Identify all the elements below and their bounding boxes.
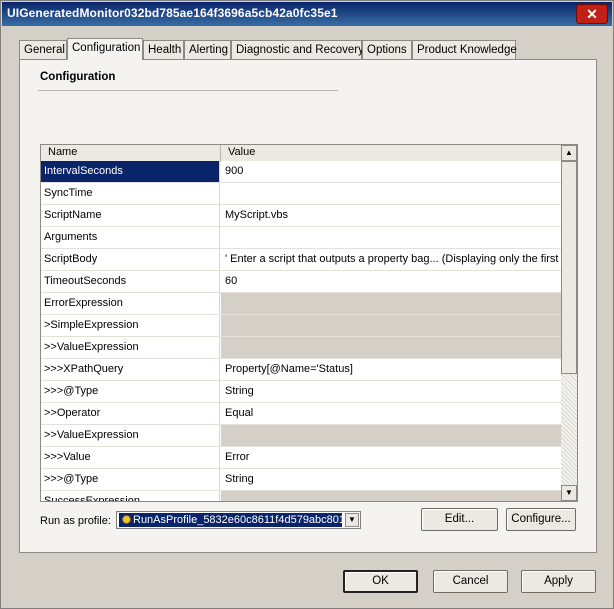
- grid-row[interactable]: ScriptName MyScript.vbs: [41, 205, 561, 227]
- grid-row[interactable]: TimeoutSeconds 60: [41, 271, 561, 293]
- row-value: [221, 293, 561, 314]
- column-header-value[interactable]: Value: [228, 146, 255, 158]
- run-as-profile-label: Run as profile:: [40, 515, 111, 527]
- apply-button[interactable]: Apply: [521, 570, 596, 593]
- row-value[interactable]: MyScript.vbs: [221, 205, 561, 226]
- scroll-track[interactable]: [561, 374, 577, 485]
- vertical-scrollbar[interactable]: ▲ ▼: [561, 145, 577, 501]
- tab-health[interactable]: Health: [143, 40, 184, 59]
- tab-alerting[interactable]: Alerting: [184, 40, 231, 59]
- grid-row[interactable]: SuccessExpression: [41, 491, 561, 501]
- column-divider[interactable]: [220, 145, 221, 161]
- property-grid[interactable]: Name Value IntervalSeconds 900 SyncTime S…: [40, 144, 578, 502]
- row-name: >SimpleExpression: [41, 315, 220, 336]
- row-value: [221, 315, 561, 336]
- row-name: SuccessExpression: [41, 491, 220, 501]
- tab-configuration[interactable]: Configuration: [67, 38, 143, 60]
- grid-header: Name Value: [41, 145, 561, 162]
- grid-row[interactable]: >>ValueExpression: [41, 337, 561, 359]
- row-value[interactable]: ' Enter a script that outputs a property…: [221, 249, 561, 270]
- row-value[interactable]: 900: [221, 161, 561, 182]
- row-name: ErrorExpression: [41, 293, 220, 314]
- title-bar: UIGeneratedMonitor032bd785ae164f3696a5cb…: [2, 2, 612, 26]
- grid-row[interactable]: >>>XPathQuery Property[@Name='Status]: [41, 359, 561, 381]
- row-name: ScriptName: [41, 205, 220, 226]
- grid-row[interactable]: >>>Value Error: [41, 447, 561, 469]
- row-value[interactable]: Equal: [221, 403, 561, 424]
- column-header-name[interactable]: Name: [48, 146, 77, 158]
- row-name: TimeoutSeconds: [41, 271, 220, 292]
- grid-row[interactable]: >>>@Type String: [41, 469, 561, 491]
- tab-product-knowledge[interactable]: Product Knowledge: [412, 40, 517, 59]
- row-value[interactable]: Error: [221, 447, 561, 468]
- grid-row[interactable]: ErrorExpression: [41, 293, 561, 315]
- row-value[interactable]: String: [221, 469, 561, 490]
- row-value: [221, 491, 561, 501]
- section-divider: [38, 90, 338, 91]
- row-value[interactable]: [221, 183, 561, 204]
- window-title: UIGeneratedMonitor032bd785ae164f3696a5cb…: [7, 6, 338, 20]
- row-value: [221, 337, 561, 358]
- grid-row[interactable]: >>ValueExpression: [41, 425, 561, 447]
- row-name: IntervalSeconds: [41, 161, 220, 182]
- row-name: >>>Value: [41, 447, 220, 468]
- configuration-panel: Configuration Name Value IntervalSeconds…: [19, 59, 597, 553]
- scroll-up-icon[interactable]: ▲: [561, 145, 577, 161]
- row-name: >>ValueExpression: [41, 425, 220, 446]
- ok-button[interactable]: OK: [343, 570, 418, 593]
- row-name: >>>@Type: [41, 381, 220, 402]
- row-value[interactable]: [221, 227, 561, 248]
- row-name: SyncTime: [41, 183, 220, 204]
- grid-row[interactable]: IntervalSeconds 900: [41, 161, 561, 183]
- grid-row[interactable]: >>Operator Equal: [41, 403, 561, 425]
- cancel-button[interactable]: Cancel: [433, 570, 508, 593]
- grid-rows: IntervalSeconds 900 SyncTime ScriptName My…: [41, 161, 561, 501]
- row-name: ScriptBody: [41, 249, 220, 270]
- tab-diagnostic-and-recovery[interactable]: Diagnostic and Recovery: [231, 40, 364, 59]
- run-as-profile-text: RunAsProfile_5832e60c8611f4d579abc801f: [133, 514, 342, 526]
- scroll-thumb[interactable]: [561, 161, 577, 374]
- close-button[interactable]: ✕: [576, 4, 608, 24]
- configure-button[interactable]: Configure...: [506, 508, 576, 531]
- edit-button[interactable]: Edit...: [421, 508, 498, 531]
- row-name: Arguments: [41, 227, 220, 248]
- properties-dialog: UIGeneratedMonitor032bd785ae164f3696a5cb…: [0, 0, 614, 609]
- chevron-down-icon[interactable]: ▼: [345, 513, 359, 527]
- grid-row[interactable]: SyncTime: [41, 183, 561, 205]
- row-name: >>>@Type: [41, 469, 220, 490]
- row-value[interactable]: String: [221, 381, 561, 402]
- row-name: >>>XPathQuery: [41, 359, 220, 380]
- profile-icon: [122, 515, 131, 524]
- row-value[interactable]: Property[@Name='Status]: [221, 359, 561, 380]
- row-name: >>Operator: [41, 403, 220, 424]
- run-as-profile-value[interactable]: RunAsProfile_5832e60c8611f4d579abc801f: [119, 513, 342, 527]
- grid-row[interactable]: >SimpleExpression: [41, 315, 561, 337]
- row-name: >>ValueExpression: [41, 337, 220, 358]
- section-title: Configuration: [40, 71, 116, 83]
- tab-general[interactable]: General: [19, 40, 67, 59]
- grid-row[interactable]: >>>@Type String: [41, 381, 561, 403]
- run-as-profile-select[interactable]: RunAsProfile_5832e60c8611f4d579abc801f ▼: [116, 511, 361, 529]
- tab-options[interactable]: Options: [362, 40, 412, 59]
- row-value[interactable]: 60: [221, 271, 561, 292]
- grid-row[interactable]: Arguments: [41, 227, 561, 249]
- scroll-down-icon[interactable]: ▼: [561, 485, 577, 501]
- row-value: [221, 425, 561, 446]
- grid-row[interactable]: ScriptBody ' Enter a script that outputs …: [41, 249, 561, 271]
